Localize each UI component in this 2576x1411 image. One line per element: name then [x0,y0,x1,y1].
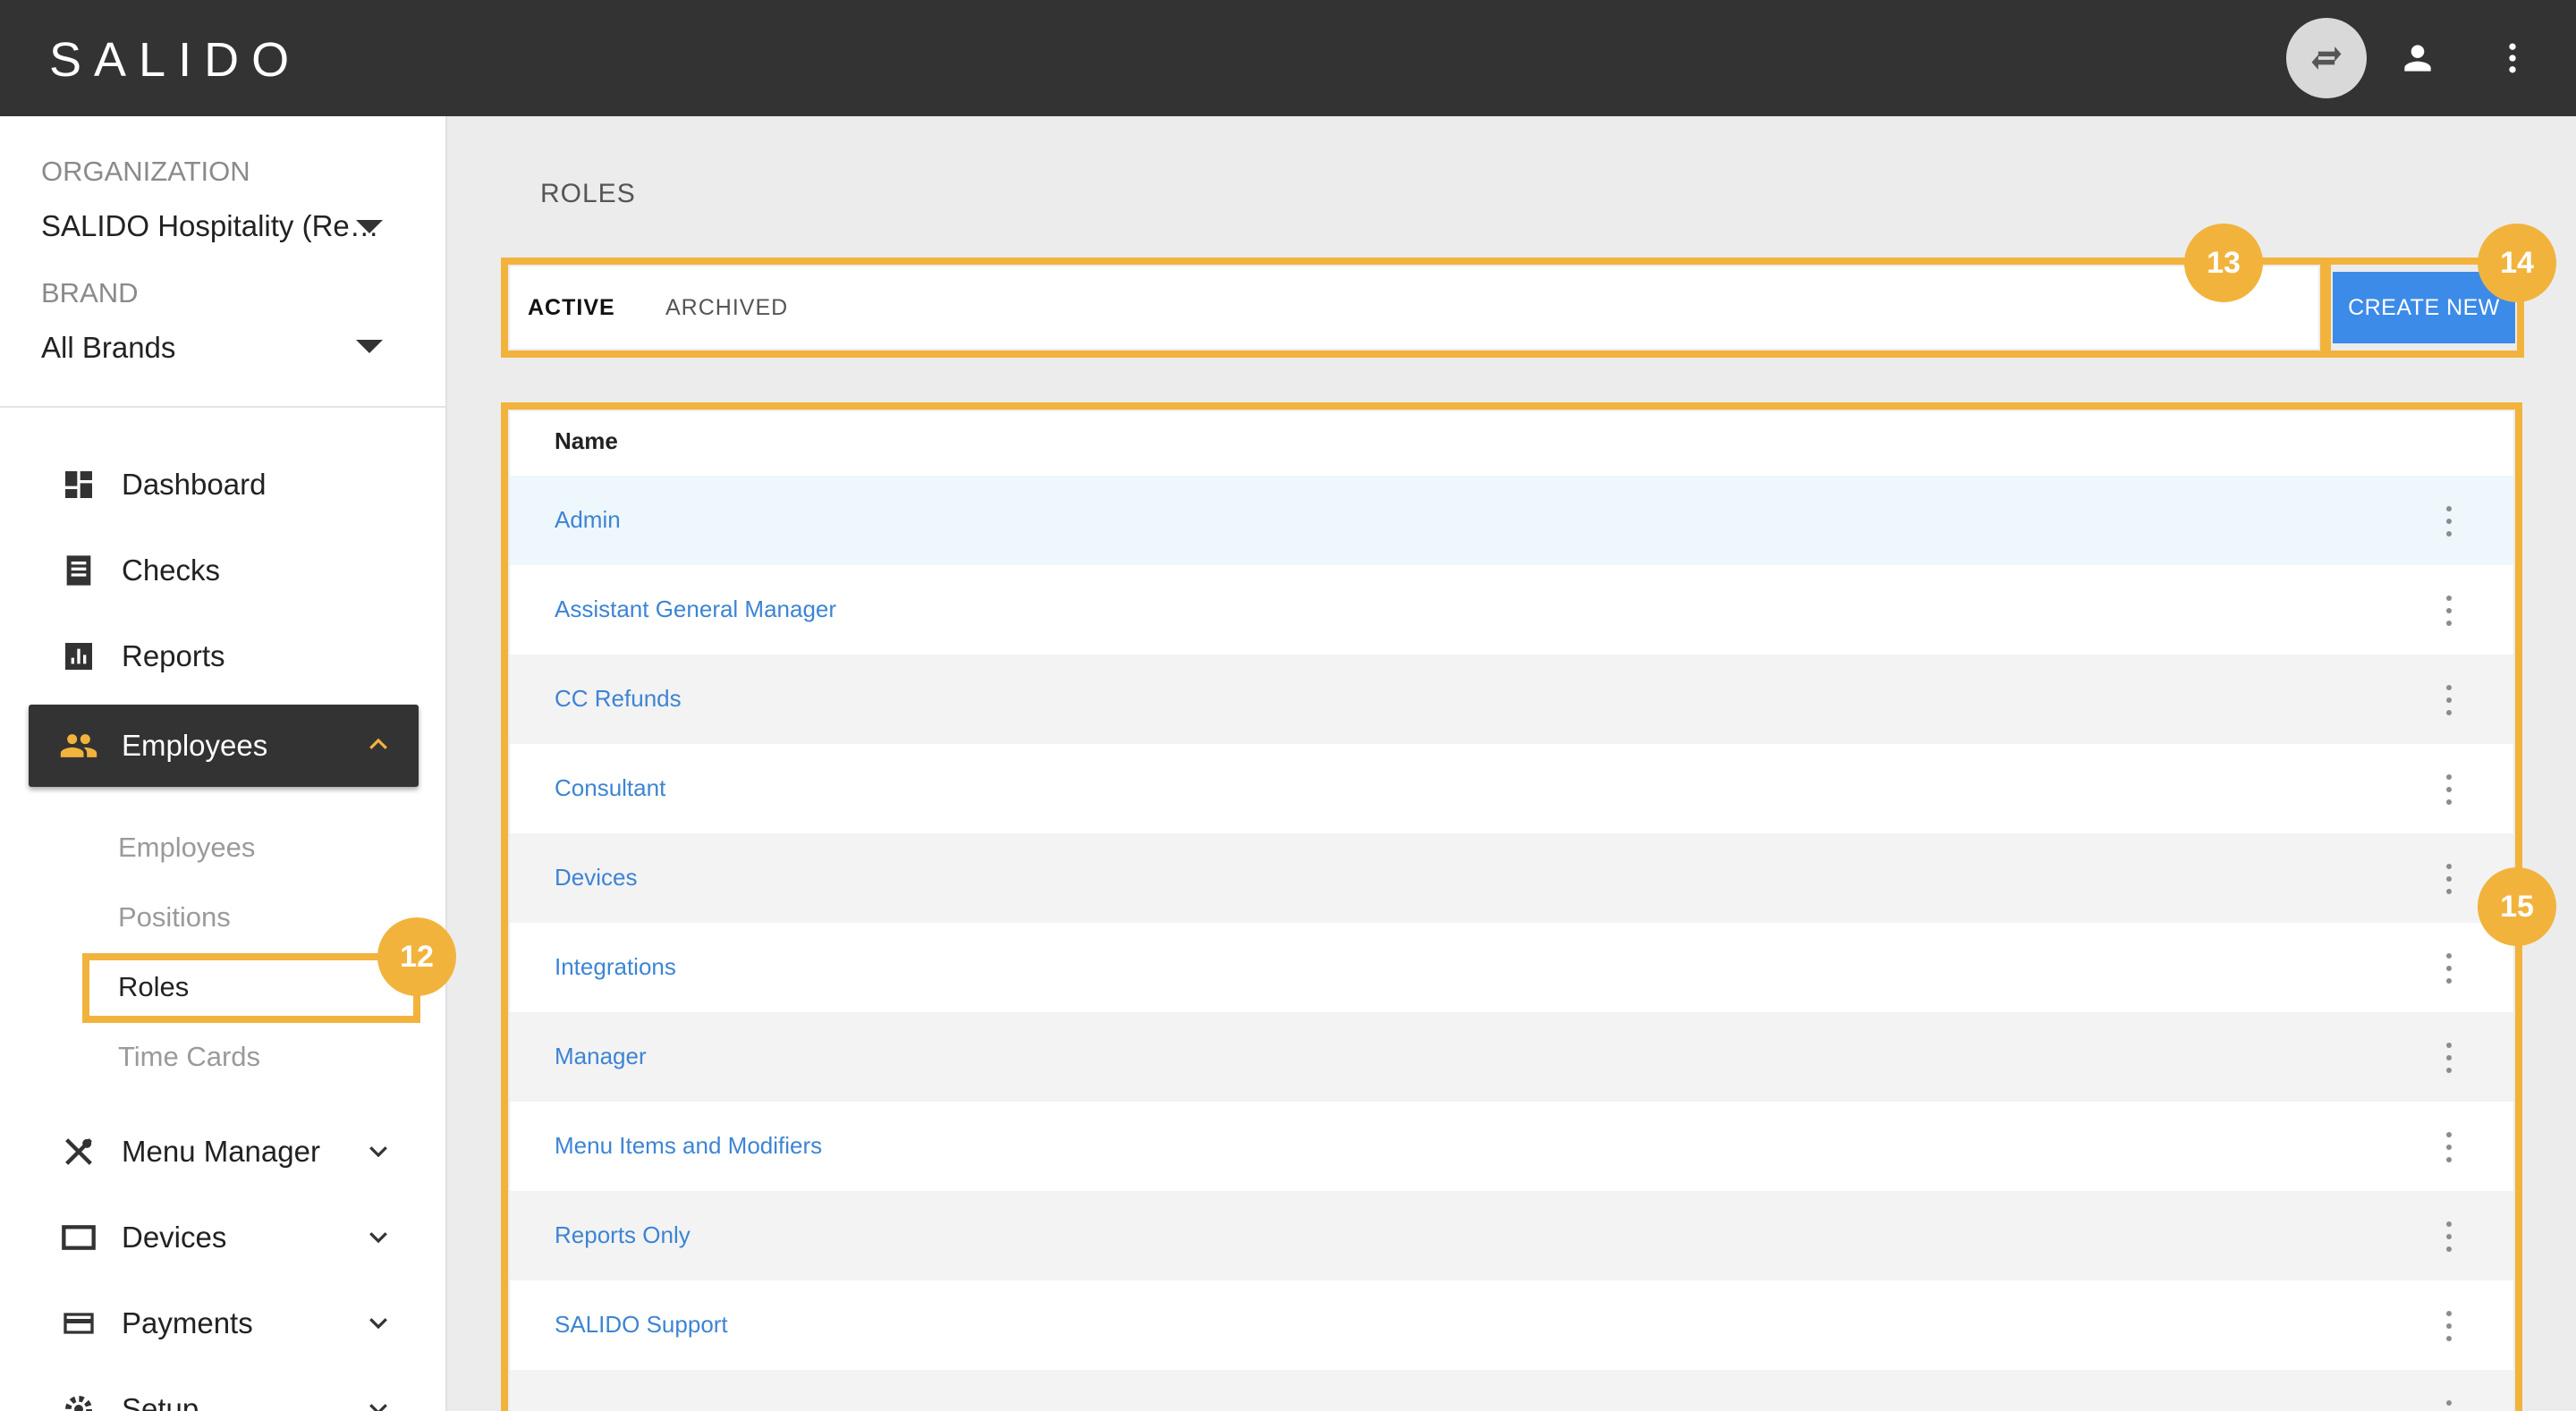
utensils-icon [59,1132,98,1171]
chevron-down-icon[interactable] [365,1309,392,1340]
nav-item-menu-manager[interactable]: Menu Manager [29,1111,419,1193]
bar-chart-icon [59,637,98,676]
switch-location-button[interactable] [2286,18,2367,98]
more-vert-icon [2509,43,2516,73]
top-app-bar: SALIDO [0,0,2576,116]
organization-label: ORGANIZATION [41,156,250,187]
brand-label: BRAND [41,277,139,308]
nav-label: Setup [122,1392,199,1411]
nav-item-employees[interactable]: Employees [29,705,419,787]
organization-caret-icon[interactable] [356,220,383,233]
nav-item-payments[interactable]: Payments [29,1282,419,1365]
organization-select[interactable]: SALIDO Hospitality (Re… [41,209,379,243]
account-icon [2404,45,2431,72]
nav-item-checks[interactable]: Checks [29,529,419,612]
nav-label: Employees [122,729,268,762]
gear-icon [59,1390,98,1411]
brand-caret-icon[interactable] [356,340,383,353]
nav-label: Payments [122,1306,253,1339]
subnav-item-employees[interactable]: Employees [118,832,255,864]
dashboard-icon [59,465,98,504]
more-options-button[interactable] [2472,18,2553,98]
chevron-up-icon[interactable] [365,731,392,763]
brand-select[interactable]: All Brands [41,331,175,365]
credit-card-icon [59,1304,98,1343]
table-highlight [501,402,2522,1411]
callout-badge-14: 14 [2478,224,2556,302]
receipt-icon [59,551,98,590]
nav-item-setup[interactable]: Setup [29,1368,419,1411]
chevron-down-icon[interactable] [365,1137,392,1169]
salido-logo[interactable]: SALIDO [49,32,301,88]
tabs-highlight [501,258,2327,358]
callout-badge-15: 15 [2478,867,2556,946]
nav-label: Menu Manager [122,1135,320,1168]
nav-label: Reports [122,639,225,672]
subnav-item-time-cards[interactable]: Time Cards [118,1041,260,1073]
nav-item-dashboard[interactable]: Dashboard [29,444,419,526]
nav-label: Devices [122,1221,227,1254]
roles-highlight [82,953,420,1023]
sidebar-divider [0,406,445,408]
nav-label: Dashboard [122,468,267,501]
swap-icon [2311,46,2342,70]
tablet-icon [59,1218,98,1257]
nav-label: Checks [122,553,221,587]
nav-item-reports[interactable]: Reports [29,615,419,697]
chevron-down-icon[interactable] [365,1223,392,1255]
subnav-item-positions[interactable]: Positions [118,901,231,934]
people-icon [59,726,98,765]
account-button[interactable] [2377,18,2458,98]
sidebar: ORGANIZATION SALIDO Hospitality (Re… BRA… [0,116,447,1411]
callout-badge-13: 13 [2184,224,2263,302]
callout-badge-12: 12 [377,917,456,996]
page-title: ROLES [540,179,636,208]
nav-item-devices[interactable]: Devices [29,1196,419,1279]
chevron-down-icon[interactable] [365,1395,392,1411]
